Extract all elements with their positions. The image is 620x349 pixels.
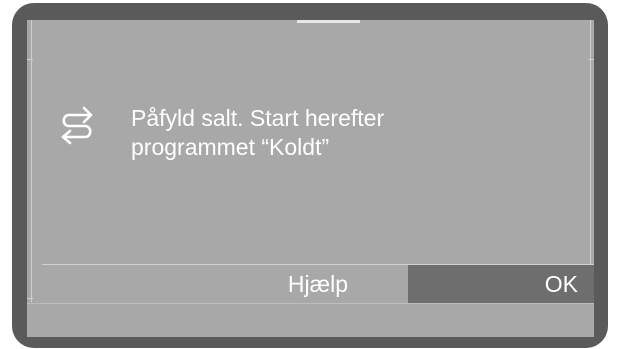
refill-arrows-icon (61, 106, 93, 145)
guide-tick-left-bottom (27, 298, 33, 299)
dialog-message: Påfyld salt. Start herefter programmet “… (131, 104, 551, 162)
help-button[interactable]: Hjælp (42, 265, 408, 304)
dialog-message-line-2: programmet “Koldt” (131, 134, 330, 160)
ok-button[interactable]: OK (408, 265, 594, 304)
guide-line-right (590, 20, 591, 302)
device-frame: Påfyld salt. Start herefter programmet “… (12, 3, 608, 348)
ok-button-label: OK (544, 271, 578, 297)
dialog-message-line-1: Påfyld salt. Start herefter (131, 105, 385, 131)
dialog-button-bar: Hjælp OK (42, 264, 594, 304)
guide-tick-right (588, 59, 594, 60)
help-button-label: Hjælp (287, 271, 348, 297)
display-screen: Påfyld salt. Start herefter programmet “… (27, 20, 594, 337)
top-indicator (297, 20, 360, 23)
guide-line-left (31, 20, 32, 302)
bottom-status-strip (27, 303, 594, 337)
guide-tick-left (27, 59, 33, 60)
